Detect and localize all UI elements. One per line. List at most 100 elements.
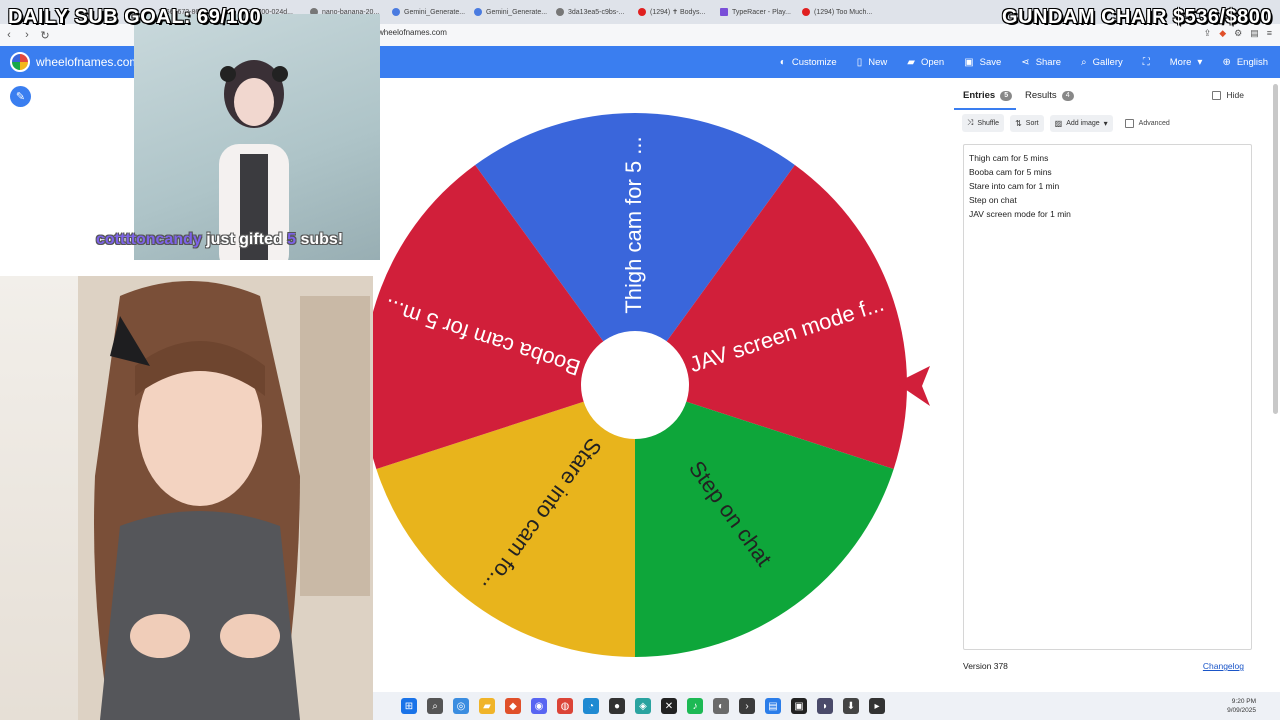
results-count-badge: 4: [1061, 90, 1074, 101]
obs-icon[interactable]: ●: [609, 698, 625, 714]
browser-tab[interactable]: TypeRacer - Play...: [714, 3, 796, 21]
share-page-icon[interactable]: ⇪: [1204, 28, 1212, 39]
brave-shield-icon[interactable]: ◆: [1219, 28, 1226, 39]
search-icon[interactable]: ⌕: [427, 698, 443, 714]
image-icon: ▨: [1054, 118, 1063, 128]
app-icon[interactable]: ◈: [635, 698, 651, 714]
page-scrollbar[interactable]: [1273, 84, 1278, 414]
entries-count-badge: 5: [1000, 90, 1013, 101]
browser-tab[interactable]: Gemini_Generate...: [386, 3, 468, 21]
panel-tabs: Entries 5 Results 4 Hide: [954, 84, 1264, 108]
webcam-top: [134, 14, 380, 260]
browser-tab[interactable]: 3da13ea5-c9bs-...: [550, 3, 632, 21]
save-icon: ▣: [964, 56, 974, 68]
extensions-icon[interactable]: ⚙: [1234, 28, 1242, 39]
gemini-icon: [474, 8, 482, 16]
fullscreen-icon: ⛶: [1142, 56, 1150, 68]
hide-checkbox[interactable]: [1211, 90, 1221, 100]
advanced-toggle[interactable]: Advanced: [1124, 118, 1170, 128]
gallery-button[interactable]: ⌕ Gallery: [1081, 57, 1123, 68]
edit-button[interactable]: ✎: [10, 86, 31, 107]
gemini-icon: [392, 8, 400, 16]
globe-icon: ⊕: [1222, 56, 1231, 68]
sort-button[interactable]: ⇅ Sort: [1010, 114, 1044, 132]
sidebar-icon[interactable]: ▤: [1250, 28, 1259, 39]
version-label: Version 378: [963, 661, 1008, 671]
tab-entries[interactable]: Entries 5: [963, 90, 1013, 101]
wheel-segment-label: Thigh cam for 5 ...: [621, 136, 646, 313]
changelog-link[interactable]: Changelog: [1203, 661, 1244, 671]
fullscreen-button[interactable]: ⛶: [1143, 57, 1150, 68]
discord-icon[interactable]: ◉: [531, 698, 547, 714]
notepad-icon[interactable]: ▤: [765, 698, 781, 714]
system-clock[interactable]: 9:20 PM 9/09/2025: [1227, 697, 1256, 715]
browser-actions: ⇪ ◆ ⚙ ▤ ≡: [1204, 28, 1272, 39]
share-button[interactable]: ⋖ Share: [1021, 57, 1061, 68]
url-field[interactable]: wheelofnames.com: [378, 28, 447, 37]
streamer-image: [219, 60, 289, 260]
chevron-down-icon: ▾: [1197, 56, 1203, 68]
app-icon[interactable]: ⬇: [843, 698, 859, 714]
sort-icon: ⇅: [1015, 118, 1022, 128]
language-button[interactable]: ⊕ English: [1222, 57, 1268, 68]
windows-start-icon[interactable]: ⊞: [401, 698, 417, 714]
hide-toggle[interactable]: Hide: [1211, 90, 1244, 100]
taskbar-icons: ⊞ ⌕ ◎ ▰ ◆ ◉ ◍ ◔ ● ◈ ✕ ♪ ◐ › ▤ ▣ ◗ ⬇ ▸: [401, 698, 885, 714]
spotify-icon[interactable]: ♪: [687, 698, 703, 714]
folder-icon: ▰: [907, 56, 915, 68]
add-image-button[interactable]: ▨ Add image ▾: [1049, 114, 1113, 132]
customize-button[interactable]: ◐ Customize: [780, 57, 837, 68]
typeracer-icon: [720, 8, 728, 16]
terminal-icon[interactable]: ›: [739, 698, 755, 714]
menu-icon[interactable]: ≡: [1267, 28, 1272, 39]
advanced-checkbox[interactable]: [1124, 118, 1134, 128]
new-button[interactable]: ▯ New: [857, 57, 888, 68]
wheel[interactable]: Thigh cam for 5 ...JAV screen mode f...S…: [360, 100, 920, 670]
reload-icon[interactable]: ↻: [36, 29, 54, 42]
palette-icon: ◐: [779, 56, 786, 68]
browser-tab[interactable]: (1294) Too Much...: [796, 3, 878, 21]
file-explorer-icon[interactable]: ▰: [479, 698, 495, 714]
pencil-icon: ✎: [15, 91, 26, 103]
site-name[interactable]: wheelofnames.com: [36, 55, 139, 69]
chevron-down-icon: ▾: [1103, 118, 1108, 128]
app-icon[interactable]: ◗: [817, 698, 833, 714]
steam-icon[interactable]: ◐: [713, 698, 729, 714]
tab-results[interactable]: Results 4: [1025, 90, 1074, 101]
youtube-icon: [638, 8, 646, 16]
screen: 17666672-8680... 8a34f700-024d... nano-b…: [0, 0, 1280, 720]
shuffle-button[interactable]: ⤨ Shuffle: [962, 114, 1005, 132]
open-button[interactable]: ▰ Open: [907, 57, 944, 68]
gift-text: just gifted: [201, 231, 288, 248]
edge-icon[interactable]: ◔: [583, 698, 599, 714]
webcam-bottom: [0, 276, 373, 720]
share-icon: ⋖: [1021, 56, 1030, 68]
list-item: Thigh cam for 5 mins: [969, 153, 1049, 163]
browser-tab[interactable]: Gemini_Generate...: [468, 3, 550, 21]
entries-toolbar: ⤨ Shuffle ⇅ Sort ▨ Add image ▾ Advanced: [962, 114, 1170, 132]
terminal-icon[interactable]: ▸: [869, 698, 885, 714]
taskbar: ⊞ ⌕ ◎ ▰ ◆ ◉ ◍ ◔ ● ◈ ✕ ♪ ◐ › ▤ ▣ ◗ ⬇ ▸ 9:…: [373, 692, 1280, 720]
app-icon[interactable]: ▣: [791, 698, 807, 714]
entries-textarea[interactable]: Thigh cam for 5 mins Booba cam for 5 min…: [963, 144, 1252, 650]
wheel-center-button[interactable]: [581, 331, 689, 439]
browser-tab[interactable]: (1294) ✝ Bodys...: [632, 3, 714, 21]
chrome-icon[interactable]: ◍: [557, 698, 573, 714]
capcut-icon[interactable]: ✕: [661, 698, 677, 714]
chair-goal-label: GUNDAM CHAIR $536/$800: [1002, 6, 1272, 28]
back-icon[interactable]: ‹: [0, 29, 18, 41]
copilot-icon[interactable]: ◎: [453, 698, 469, 714]
gift-suffix: subs!: [296, 231, 344, 248]
more-button[interactable]: More ▾: [1170, 57, 1203, 68]
header-menu: ◐ Customize ▯ New ▰ Open ▣ Save ⋖ Share ⌕ Gall…: [780, 46, 1268, 78]
gift-count: 5: [287, 231, 297, 248]
list-item: Booba cam for 5 mins: [969, 167, 1052, 177]
sub-goal-label: DAILY SUB GOAL: 69/100: [8, 6, 262, 28]
save-button[interactable]: ▣ Save: [964, 57, 1001, 68]
forward-icon[interactable]: ›: [18, 29, 36, 41]
new-file-icon: ▯: [856, 56, 863, 68]
brave-icon[interactable]: ◆: [505, 698, 521, 714]
globe-icon: [556, 8, 564, 16]
wheel-pointer: [896, 366, 930, 406]
wheel-logo-icon[interactable]: [10, 52, 30, 72]
